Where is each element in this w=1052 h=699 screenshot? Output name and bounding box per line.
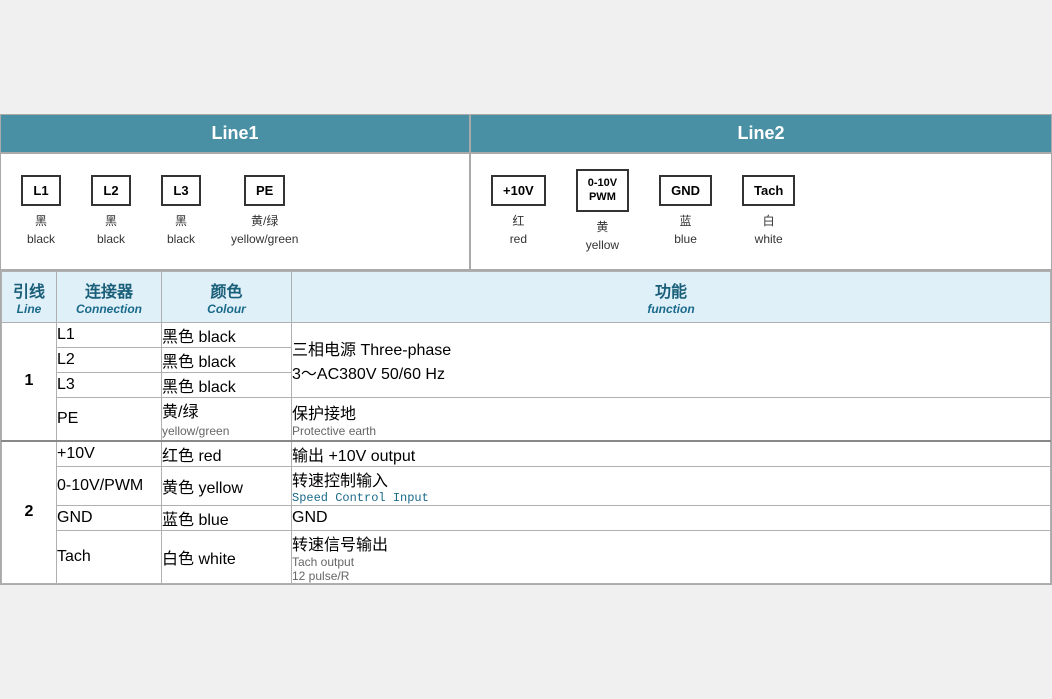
color-L1: 黑色 black (162, 322, 292, 347)
table-row-1-L1: 1 L1 黑色 black 三相电源 Three-phase 3～AC380V … (2, 322, 1051, 347)
th-func-en: function (302, 302, 1040, 316)
th-color-cn: 颜色 (172, 278, 281, 302)
table-row-1-PE: PE 黄/绿yellow/green 保护接地 Protective earth (2, 397, 1051, 441)
diagram-line2: +10V 红red 0-10VPWM 黄yellow GND 蓝blue Tac… (471, 154, 1051, 268)
conn-PE: PE (57, 397, 162, 441)
color-GND: 蓝色 blue (162, 505, 292, 530)
color-PE: 黄/绿yellow/green (162, 397, 292, 441)
color-10V: 红色 red (162, 441, 292, 467)
connector-0-10V-PWM: 0-10VPWM 黄yellow (576, 169, 629, 253)
conn-10V: +10V (57, 441, 162, 467)
func-cn-PE: 保护接地 (292, 400, 1050, 424)
connector-label-PE: 黄/绿yellow/green (231, 212, 298, 248)
th-line-cn: 引线 (12, 278, 46, 302)
conn-L3: L3 (57, 372, 162, 397)
header-line2: Line2 (471, 115, 1051, 152)
connector-label-L1: 黑black (27, 212, 55, 248)
func-cn-Tach: 转速信号输出 (292, 531, 1050, 555)
func-PE: 保护接地 Protective earth (292, 397, 1051, 441)
connector-box-GND: GND (659, 175, 712, 207)
func-cn-three-phase: 三相电源 Three-phase (292, 336, 1050, 360)
main-container: Line1 Line2 L1 黑black L2 黑black L3 黑blac… (0, 114, 1052, 584)
connector-box-Tach: Tach (742, 175, 795, 207)
header-line1: Line1 (1, 115, 471, 152)
color-PWM: 黄色 yellow (162, 466, 292, 505)
connector-Tach: Tach 白white (742, 175, 795, 249)
connector-box-10V: +10V (491, 175, 546, 207)
connector-label-GND: 蓝blue (674, 212, 697, 248)
func-cn-PWM: 转速控制输入 (292, 467, 1050, 491)
th-func: 功能 function (292, 271, 1051, 322)
func-en-PWM: Speed Control Input (292, 491, 1050, 505)
color-Tach: 白色 white (162, 530, 292, 583)
func-en-Tach2: 12 pulse/R (292, 569, 1050, 583)
diagram-line1: L1 黑black L2 黑black L3 黑black PE 黄/绿yell… (1, 154, 471, 268)
line-num-2: 2 (2, 441, 57, 584)
connector-L3: L3 黑black (161, 175, 201, 249)
connector-label-10V: 红red (510, 212, 527, 248)
connector-box-0-10V: 0-10VPWM (576, 169, 629, 211)
line1-title: Line1 (211, 123, 258, 143)
line2-title: Line2 (737, 123, 784, 143)
header-row: Line1 Line2 (1, 115, 1051, 154)
th-line-en: Line (12, 302, 46, 316)
connector-box-PE: PE (244, 175, 285, 207)
func-en-Tach: Tach output (292, 555, 1050, 569)
func-10V: 输出 +10V output (292, 441, 1051, 467)
connector-L1: L1 黑black (21, 175, 61, 249)
func-GND: GND (292, 505, 1051, 530)
connector-box-L2: L2 (91, 175, 131, 207)
table-header-row: 引线 Line 连接器 Connection 颜色 Colour 功能 func… (2, 271, 1051, 322)
line-num-1: 1 (2, 322, 57, 441)
table-row-2-GND: GND 蓝色 blue GND (2, 505, 1051, 530)
func-en-three-phase: 3～AC380V 50/60 Hz (292, 360, 1050, 384)
conn-Tach: Tach (57, 530, 162, 583)
connector-label-Tach: 白white (755, 212, 783, 248)
connector-PE: PE 黄/绿yellow/green (231, 175, 298, 249)
th-line: 引线 Line (2, 271, 57, 322)
th-color: 颜色 Colour (162, 271, 292, 322)
color-L2: 黑色 black (162, 347, 292, 372)
conn-L1: L1 (57, 322, 162, 347)
connector-GND: GND 蓝blue (659, 175, 712, 249)
connector-label-L3: 黑black (167, 212, 195, 248)
func-1-main: 三相电源 Three-phase 3～AC380V 50/60 Hz (292, 322, 1051, 397)
conn-GND: GND (57, 505, 162, 530)
func-Tach: 转速信号输出 Tach output 12 pulse/R (292, 530, 1051, 583)
th-color-en: Colour (172, 302, 281, 316)
th-func-cn: 功能 (302, 278, 1040, 302)
conn-L2: L2 (57, 347, 162, 372)
connector-label-L2: 黑black (97, 212, 125, 248)
connector-box-L1: L1 (21, 175, 61, 207)
func-en-PE: Protective earth (292, 424, 1050, 438)
connector-label-0-10V: 黄yellow (586, 218, 619, 254)
func-PWM: 转速控制输入 Speed Control Input (292, 466, 1051, 505)
th-conn-cn: 连接器 (67, 278, 151, 302)
table-row-2-Tach: Tach 白色 white 转速信号输出 Tach output 12 puls… (2, 530, 1051, 583)
th-conn-en: Connection (67, 302, 151, 316)
conn-PWM: 0-10V/PWM (57, 466, 162, 505)
data-table: 引线 Line 连接器 Connection 颜色 Colour 功能 func… (1, 271, 1051, 584)
connector-10V: +10V 红red (491, 175, 546, 249)
th-conn: 连接器 Connection (57, 271, 162, 322)
connector-L2: L2 黑black (91, 175, 131, 249)
color-L3: 黑色 black (162, 372, 292, 397)
table-row-2-PWM: 0-10V/PWM 黄色 yellow 转速控制输入 Speed Control… (2, 466, 1051, 505)
diagram-row: L1 黑black L2 黑black L3 黑black PE 黄/绿yell… (1, 154, 1051, 270)
table-row-2-10V: 2 +10V 红色 red 输出 +10V output (2, 441, 1051, 467)
connector-box-L3: L3 (161, 175, 201, 207)
